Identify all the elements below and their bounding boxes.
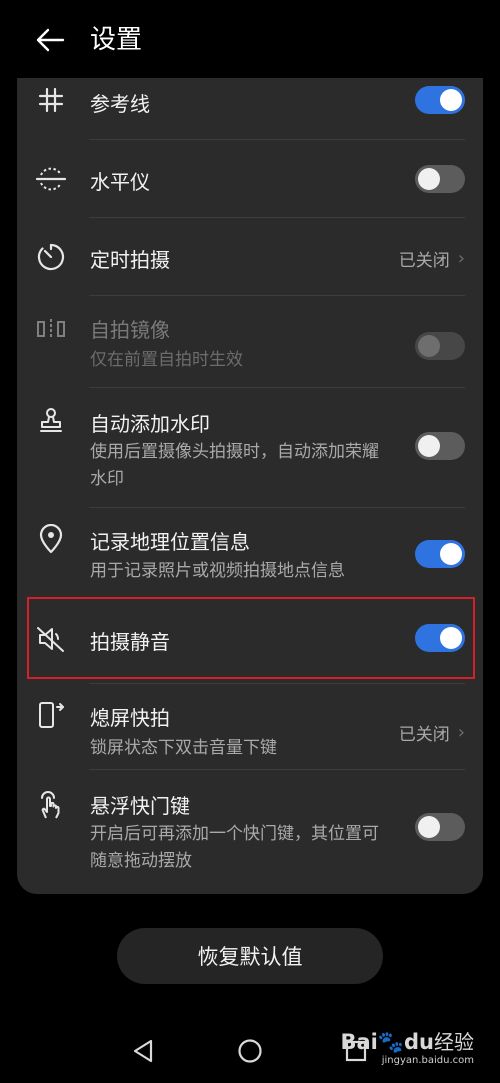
mirror-toggle — [415, 332, 465, 360]
restore-defaults-button[interactable]: 恢复默认值 — [117, 928, 383, 984]
setting-desc: 使用后置摄像头拍摄时，自动添加荣耀水印 — [90, 442, 379, 489]
setting-title: 自拍镜像 — [90, 318, 170, 342]
arrow-left-icon — [36, 28, 65, 52]
location-pin-icon — [34, 522, 68, 556]
mirror-icon — [34, 312, 68, 346]
setting-title: 悬浮快门键 — [90, 794, 190, 818]
setting-row-level[interactable]: 水平仪 — [17, 140, 483, 218]
grid-toggle[interactable] — [415, 86, 465, 114]
screen-off-value: 已关闭 — [398, 725, 450, 745]
setting-row-watermark[interactable]: 自动添加水印 使用后置摄像头拍摄时，自动添加荣耀水印 — [17, 388, 483, 508]
speaker-mute-icon — [34, 622, 68, 656]
paw-icon: 🐾 — [377, 1030, 405, 1054]
setting-row-floating-shutter[interactable]: 悬浮快门键 开启后可再添加一个快门键，其位置可随意拖动摆放 — [17, 770, 483, 894]
chevron-right-icon: › — [457, 248, 465, 269]
setting-desc: 锁屏状态下双击音量下键 — [90, 738, 277, 758]
timer-icon — [34, 240, 68, 274]
setting-title: 自动添加水印 — [90, 412, 210, 436]
stamp-icon — [34, 404, 68, 438]
setting-row-mirror: 自拍镜像 仅在前置自拍时生效 — [17, 296, 483, 388]
back-button[interactable] — [30, 22, 70, 58]
setting-title: 水平仪 — [90, 170, 150, 194]
setting-title: 熄屏快拍 — [90, 706, 170, 730]
circle-home-icon — [238, 1039, 262, 1063]
screen-off-value-link[interactable]: 已关闭 › — [399, 720, 465, 745]
top-bar: 设置 — [0, 0, 500, 80]
baidu-jingyan-watermark: Bai🐾du经验 jingyan.baidu.com — [340, 1029, 474, 1067]
setting-row-timer[interactable]: 定时拍摄 已关闭 › — [17, 218, 483, 296]
watermark-logo-cn: 经验 — [434, 1030, 474, 1054]
floating-shutter-toggle[interactable] — [415, 813, 465, 841]
mute-toggle[interactable] — [415, 624, 465, 652]
location-toggle[interactable] — [415, 540, 465, 568]
hand-tap-icon — [34, 788, 68, 822]
watermark-toggle[interactable] — [415, 432, 465, 460]
setting-desc: 开启后可再添加一个快门键，其位置可随意拖动摆放 — [90, 824, 379, 871]
setting-row-screen-off[interactable]: 熄屏快拍 锁屏状态下双击音量下键 已关闭 › — [17, 684, 483, 770]
watermark-url: jingyan.baidu.com — [381, 1055, 474, 1066]
setting-row-mute[interactable]: 拍摄静音 — [17, 598, 483, 684]
setting-title: 定时拍摄 — [90, 248, 170, 272]
phone-screen-off-icon — [34, 698, 68, 732]
setting-title: 参考线 — [90, 92, 150, 116]
watermark-logo-text: Bai — [340, 1030, 378, 1054]
setting-row-location[interactable]: 记录地理位置信息 用于记录照片或视频拍摄地点信息 — [17, 508, 483, 598]
setting-title: 记录地理位置信息 — [90, 530, 250, 554]
setting-desc: 用于记录照片或视频拍摄地点信息 — [90, 561, 345, 581]
nav-back-button[interactable] — [128, 1036, 158, 1066]
page-title: 设置 — [90, 25, 143, 55]
settings-panel: 参考线 水平仪 定时拍摄 已关闭 › 自拍镜像 仅在前置自拍时生效 自动添加水印… — [17, 78, 483, 894]
setting-row-grid[interactable]: 参考线 — [17, 78, 483, 140]
timer-value-link[interactable]: 已关闭 › — [399, 246, 465, 271]
triangle-back-icon — [133, 1039, 153, 1063]
level-icon — [34, 162, 68, 196]
level-toggle[interactable] — [415, 165, 465, 193]
setting-desc: 仅在前置自拍时生效 — [90, 350, 243, 370]
chevron-right-icon: › — [457, 722, 465, 743]
grid-icon — [34, 83, 68, 117]
timer-value: 已关闭 — [398, 251, 450, 271]
setting-title: 拍摄静音 — [90, 630, 170, 654]
watermark-logo-suffix: du — [404, 1030, 434, 1054]
nav-home-button[interactable] — [235, 1036, 265, 1066]
